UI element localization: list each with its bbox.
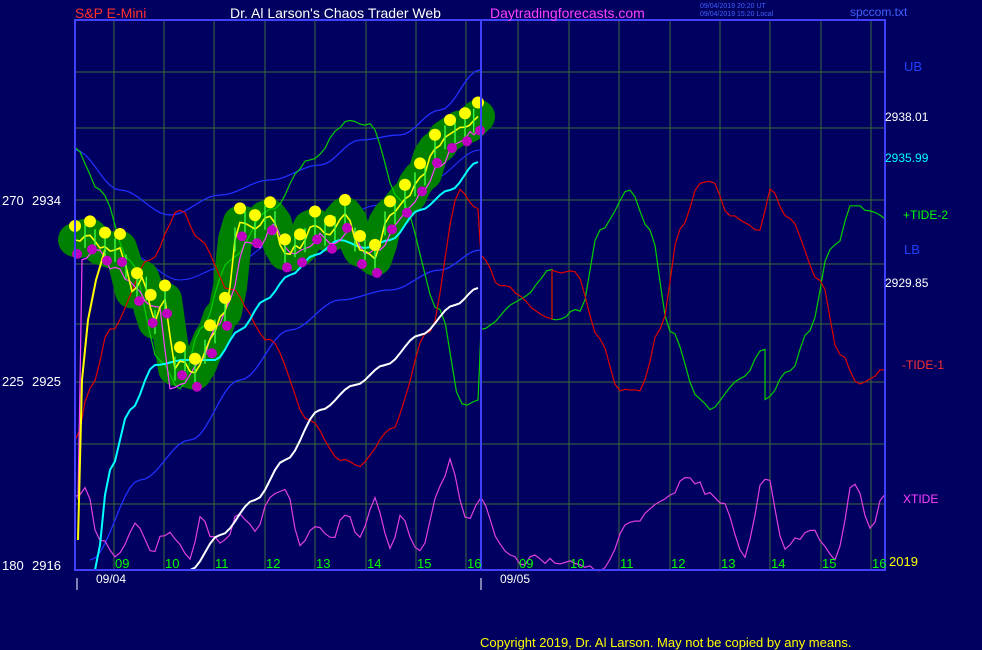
price-low-dot [134,296,144,307]
price-high-dot [309,205,321,218]
x-axis-tick-labels: 09 10 11 12 13 14 15 16 09 10 11 12 13 14 15 16 [115,556,886,571]
chart-canvas: 09 10 11 12 13 14 15 16 09 10 11 12 13 14 15 16 S&P E-M… [2,3,948,650]
price-low-dot [117,256,127,267]
price-low-dot [147,317,158,328]
timestamp-local: 09/04/2019 15:20 Local [700,11,774,18]
price-high-dot [429,128,441,141]
x-tick-label: 10 [165,556,179,571]
price-low-dot [297,257,307,268]
price-high-dot [279,233,291,246]
price-low-dot [267,225,277,236]
price-low-dot [222,320,232,331]
price-low-dot [237,231,247,242]
price-high-dot [444,113,456,126]
date-label-2: 09/05 [500,572,530,586]
price-high-dot [369,238,381,251]
x-tick-label: 14 [771,556,785,571]
price-high-dot [131,267,143,280]
price-label-1: 2938.01 [885,110,929,124]
symbol-title: S&P E-Mini [75,5,146,21]
price-low-dot [372,267,382,278]
price-high-dot [249,209,261,222]
x-tick-label: 15 [822,556,836,571]
price-high-dot [384,195,396,208]
price-high-dot [84,215,96,228]
price-high-dot [339,193,351,206]
price-low-dot [402,207,412,218]
price-low-dot [342,222,352,233]
price-high-dot [144,288,157,301]
price-high-dot [174,341,186,354]
x-tick-label: 12 [671,556,685,571]
xtide-label: XTIDE [903,492,938,506]
x-tick-label: 10 [570,556,584,571]
price-low-dot [432,157,442,168]
lower-band-label: LB [904,242,920,257]
price-label-2: 2935.99 [885,151,929,165]
x-tick-label: 11 [215,556,229,571]
price-low-dot [87,244,97,255]
year-label: 2019 [889,554,918,569]
x-tick-label: 11 [620,556,634,571]
price-high-dot [414,157,426,170]
price-low-dot [72,248,82,259]
price-low-dot [327,243,337,254]
price-high-dot [99,226,111,239]
price-high-dot [294,228,306,241]
price-high-dot [324,214,336,227]
price-low-dot [162,308,172,319]
price-low-dot [102,255,112,266]
price-low-dot [192,381,202,392]
left-axis-price-2: 2925 [32,374,61,389]
x-tick-label: 09 [115,556,129,571]
date-label-1: 09/04 [96,572,126,586]
left-axis-label-1: 270 [2,193,24,208]
price-low-dot [357,259,367,270]
price-low-dot [282,262,292,273]
price-high-dot [219,291,231,304]
x-tick-label: 16 [467,556,481,571]
upper-band-label: UB [904,59,922,74]
site-title: Dr. Al Larson's Chaos Trader Web [230,5,441,21]
price-label-3: 2929.85 [885,276,929,290]
tide-2-label: +TIDE-2 [903,208,948,222]
timestamp-ut: 09/04/2019 20:20 UT [700,3,766,10]
price-low-dot [417,186,427,197]
left-axis-label-2: 225 [2,374,24,389]
price-high-dot [114,227,126,240]
x-tick-label: 13 [316,556,330,571]
x-tick-label: 09 [519,556,533,571]
price-low-dot [462,136,472,147]
price-low-dot [447,142,457,153]
x-tick-label: 13 [721,556,735,571]
x-tick-label: 16 [872,556,886,571]
price-high-dot [204,319,216,332]
left-axis-price-3: 2916 [32,558,61,573]
x-tick-label: 15 [417,556,431,571]
price-high-dot [472,96,484,109]
price-high-dot [459,107,471,120]
left-axis-price-1: 2934 [32,193,61,208]
price-low-dot [207,348,217,359]
price-low-dot [252,238,262,249]
tide-1-label: -TIDE-1 [902,358,944,372]
price-high-dot [354,230,366,243]
price-high-dot [234,202,246,215]
price-low-dot [312,234,322,245]
site-url[interactable]: Daytradingforecasts.com [490,5,645,21]
x-axis-ticks [76,578,482,590]
price-high-dot [159,279,171,292]
x-tick-label: 14 [367,556,381,571]
data-file-name: spccom.txt [850,5,908,19]
x-tick-label: 12 [266,556,280,571]
price-low-dot [387,224,397,235]
price-low-dot [177,370,187,381]
left-axis-label-3: 180 [2,558,24,573]
price-high-dot [189,352,201,365]
copyright-notice: Copyright 2019, Dr. Al Larson. May not b… [480,635,851,650]
price-high-dot [399,178,411,191]
price-high-dot [264,196,276,209]
